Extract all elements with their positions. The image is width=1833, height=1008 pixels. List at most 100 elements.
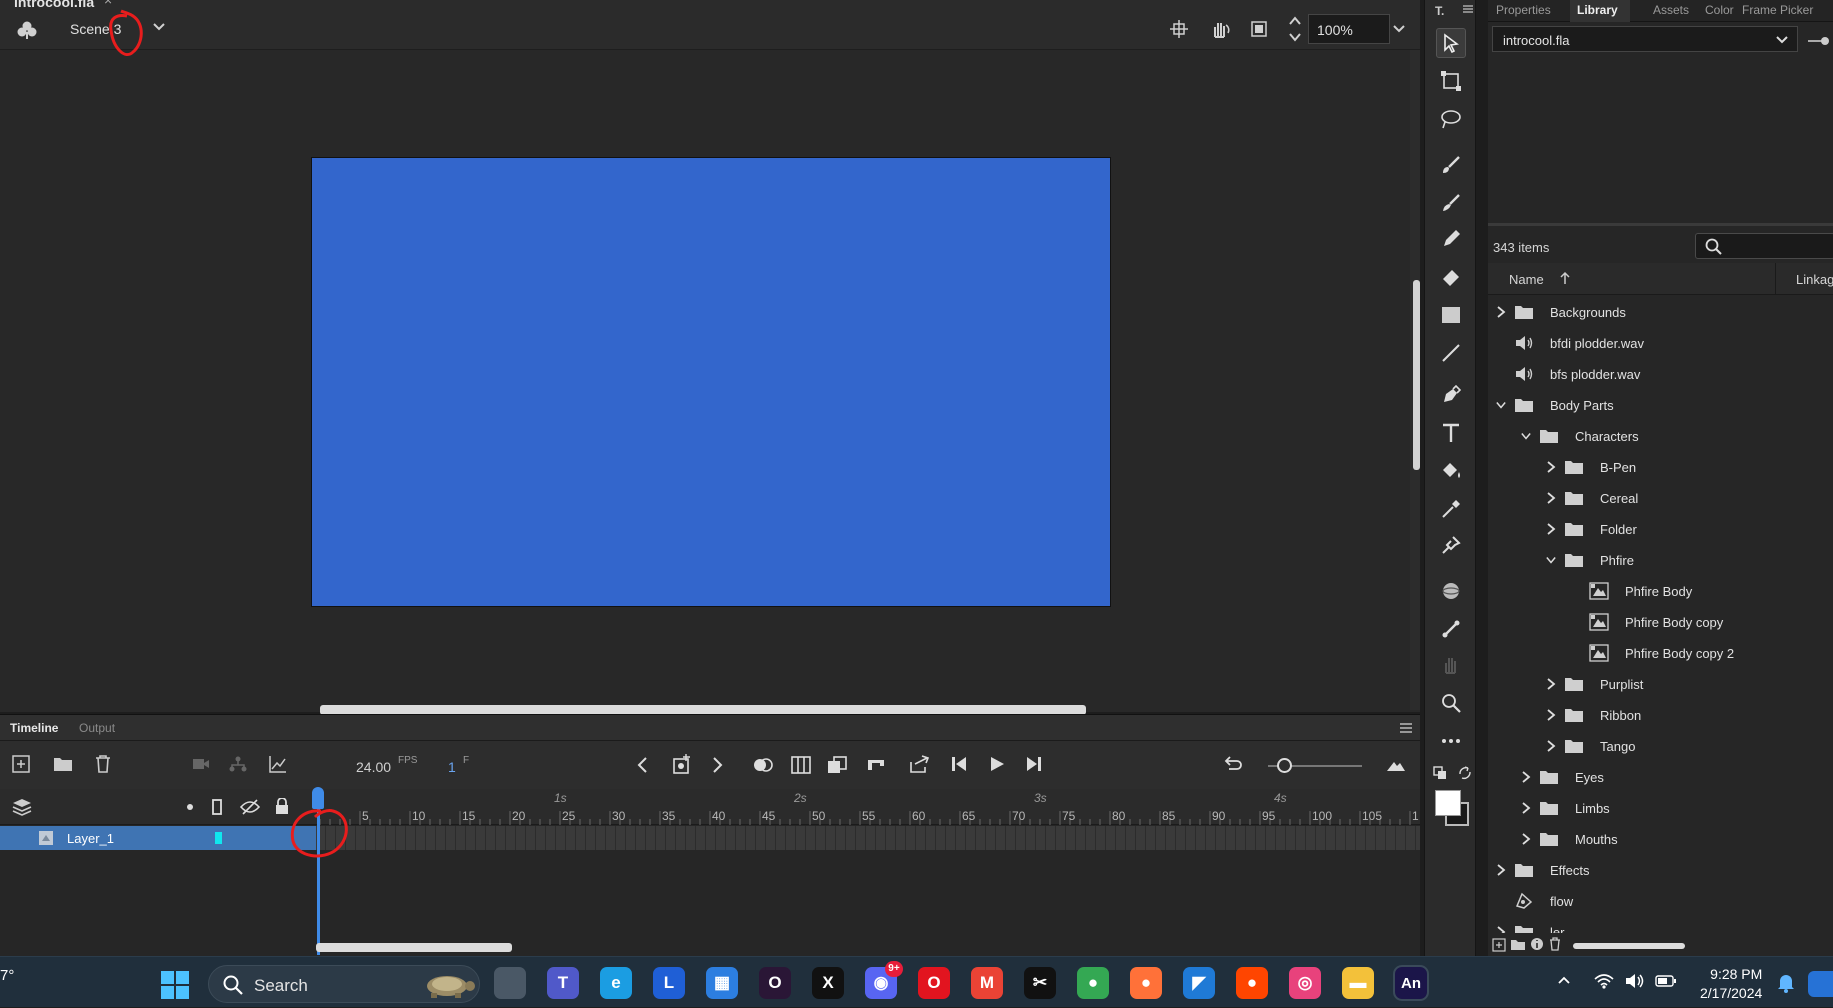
library-item-sound[interactable]: bfs plodder.wav bbox=[1496, 359, 1640, 389]
edit-multiple-frames-icon[interactable] bbox=[791, 755, 811, 775]
fps-value[interactable]: 24.00 bbox=[356, 759, 391, 775]
weather-temperature[interactable]: 7° bbox=[0, 967, 14, 984]
new-symbol-icon[interactable] bbox=[1492, 938, 1506, 952]
more-tools-icon[interactable] bbox=[1436, 726, 1466, 756]
library-file-select[interactable]: introcool.fla bbox=[1492, 26, 1798, 52]
taskbar-firefox-icon[interactable]: ● bbox=[1130, 967, 1162, 999]
onion-skin-icon[interactable] bbox=[752, 756, 774, 774]
timeline-horizontal-scrollbar[interactable] bbox=[316, 943, 512, 952]
chevron-right-icon[interactable] bbox=[1521, 833, 1539, 845]
fill-color-swatch[interactable] bbox=[1435, 790, 1461, 816]
library-item-folder[interactable]: Cereal bbox=[1546, 483, 1638, 513]
bone-tool-icon[interactable] bbox=[1436, 614, 1466, 644]
taskbar-file-explorer-icon[interactable]: ▬ bbox=[1342, 967, 1374, 999]
graph-icon[interactable] bbox=[269, 755, 287, 773]
taskbar-store-icon[interactable]: ▦ bbox=[706, 967, 738, 999]
library-item-folder[interactable]: Tango bbox=[1546, 731, 1635, 761]
stage-area[interactable]: introcool.fla × Scene 3 100% bbox=[0, 0, 1420, 715]
hand-tool-icon[interactable] bbox=[1436, 650, 1466, 680]
chevron-down-icon[interactable] bbox=[1546, 555, 1564, 565]
column-name[interactable]: Name bbox=[1509, 272, 1544, 287]
parenting-icon[interactable] bbox=[229, 756, 247, 772]
line-tool-icon[interactable] bbox=[1436, 338, 1466, 368]
stage-canvas[interactable] bbox=[311, 157, 1111, 607]
library-horizontal-scrollbar[interactable] bbox=[1573, 943, 1685, 949]
library-item-folder[interactable]: Folder bbox=[1546, 514, 1637, 544]
stage-vertical-scrollbar[interactable] bbox=[1413, 280, 1420, 470]
collapse-timeline-icon[interactable] bbox=[1386, 758, 1406, 772]
chevron-down-icon[interactable] bbox=[1521, 431, 1539, 441]
asset-warp-tool-icon[interactable] bbox=[1436, 530, 1466, 560]
new-layer-icon[interactable] bbox=[12, 755, 30, 773]
tools-collapse-icon[interactable]: T. bbox=[1435, 4, 1444, 18]
pin-library-icon[interactable] bbox=[1806, 36, 1830, 46]
copilot-icon[interactable] bbox=[1808, 971, 1833, 997]
wifi-icon[interactable] bbox=[1594, 973, 1614, 989]
taskbar-opera-gx-icon[interactable]: O bbox=[759, 967, 791, 999]
center-frame-icon[interactable] bbox=[827, 755, 847, 775]
rectangle-tool-icon[interactable] bbox=[1436, 300, 1466, 330]
show-all-dot-icon[interactable] bbox=[187, 804, 193, 810]
hide-all-icon[interactable] bbox=[240, 799, 260, 815]
library-item-folder[interactable]: Mouths bbox=[1521, 824, 1618, 854]
delete-item-icon[interactable] bbox=[1549, 937, 1561, 951]
library-search-input[interactable] bbox=[1695, 233, 1833, 259]
tab-color[interactable]: Color bbox=[1705, 3, 1734, 17]
tab-output[interactable]: Output bbox=[79, 721, 115, 735]
library-item-folder[interactable]: Characters bbox=[1521, 421, 1639, 451]
library-item-symbol[interactable]: Phfire Body copy bbox=[1571, 607, 1723, 637]
chevron-right-icon[interactable] bbox=[1546, 461, 1564, 473]
taskbar-x-icon[interactable]: X bbox=[812, 967, 844, 999]
taskbar-discord-icon[interactable]: ◉ 9+ bbox=[865, 961, 903, 999]
chevron-right-icon[interactable] bbox=[1546, 709, 1564, 721]
play-icon[interactable] bbox=[989, 756, 1005, 772]
chevron-right-icon[interactable] bbox=[1546, 523, 1564, 535]
previous-keyframe-icon[interactable] bbox=[636, 756, 648, 774]
chevron-right-icon[interactable] bbox=[1496, 864, 1514, 876]
frame-cells[interactable] bbox=[316, 826, 1420, 850]
export-icon[interactable] bbox=[909, 754, 931, 774]
undo-zoom-icon[interactable] bbox=[1223, 755, 1243, 773]
default-colors-icon[interactable] bbox=[1433, 766, 1447, 780]
snap-icon[interactable] bbox=[1170, 20, 1188, 38]
new-folder-icon[interactable] bbox=[1510, 938, 1526, 951]
taskbar-edge-icon[interactable]: e bbox=[600, 967, 632, 999]
frame-zoom-slider-thumb[interactable] bbox=[1277, 758, 1292, 773]
chevron-right-icon[interactable] bbox=[1521, 802, 1539, 814]
new-folder-icon[interactable] bbox=[53, 755, 73, 773]
system-clock[interactable]: 9:28 PM 2/17/2024 bbox=[1700, 965, 1762, 1003]
panel-menu-icon[interactable] bbox=[1400, 723, 1412, 733]
frame-ruler[interactable]: 5 10 15 20 25 30 35 40 45 50 55 60 65 70 75 80 85 90 95 100… bbox=[316, 789, 1420, 825]
volume-icon[interactable] bbox=[1625, 973, 1645, 989]
tools-menu-icon[interactable] bbox=[1463, 5, 1473, 13]
library-item-graphic[interactable]: flow bbox=[1496, 886, 1573, 916]
layer-color-swatch[interactable] bbox=[215, 832, 222, 844]
taskbar-creative-cloud-icon[interactable]: ◎ bbox=[1289, 967, 1321, 999]
file-select-chevron-icon[interactable] bbox=[1775, 35, 1789, 44]
library-item-sound[interactable]: bfdi plodder.wav bbox=[1496, 328, 1644, 358]
taskbar-vscode-icon[interactable]: ◤ bbox=[1183, 967, 1215, 999]
scene-dropdown-icon[interactable] bbox=[152, 22, 166, 32]
scene-icon[interactable] bbox=[16, 20, 38, 40]
notification-bell-icon[interactable] bbox=[1777, 973, 1795, 993]
taskbar-teams-icon[interactable]: T bbox=[547, 967, 579, 999]
library-item-folder[interactable]: Purplist bbox=[1546, 669, 1643, 699]
selection-tool-icon[interactable] bbox=[1436, 28, 1466, 58]
insert-keyframe-icon[interactable] bbox=[672, 753, 694, 775]
library-item-folder[interactable]: Backgrounds bbox=[1496, 297, 1626, 327]
start-button-icon[interactable] bbox=[160, 970, 190, 1000]
chevron-right-icon[interactable] bbox=[1546, 492, 1564, 504]
brush-tool-icon[interactable] bbox=[1436, 188, 1466, 218]
pencil-tool-icon[interactable] bbox=[1436, 224, 1466, 254]
layers-icon[interactable] bbox=[12, 798, 32, 816]
taskbar-l-app-icon[interactable]: L bbox=[653, 967, 685, 999]
zoom-dropdown-icon[interactable] bbox=[1392, 24, 1406, 34]
taskbar-chrome-icon[interactable]: ● bbox=[1077, 967, 1109, 999]
next-keyframe-icon[interactable] bbox=[712, 756, 724, 774]
layer-name[interactable]: Layer_1 bbox=[67, 831, 114, 846]
taskbar-animate-icon[interactable]: An bbox=[1393, 965, 1429, 1001]
close-tab-icon[interactable]: × bbox=[104, 0, 112, 8]
chevron-right-icon[interactable] bbox=[1496, 306, 1514, 318]
tray-chevron-icon[interactable] bbox=[1557, 975, 1571, 985]
column-linkage[interactable]: Linkag bbox=[1796, 272, 1833, 287]
